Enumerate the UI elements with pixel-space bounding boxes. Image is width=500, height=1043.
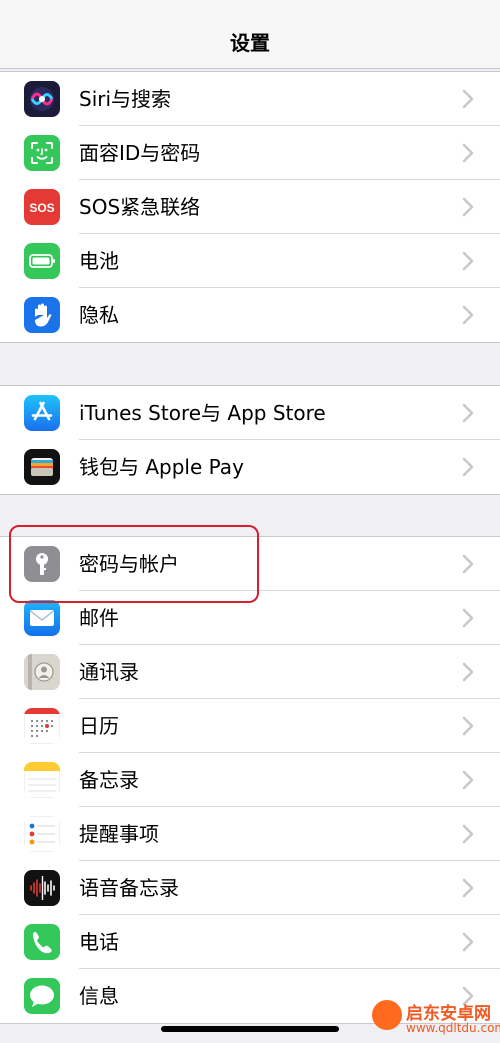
phone-icon [24,924,60,960]
sos-icon: SOS [24,189,60,225]
settings-item-label: 电池 [79,249,119,273]
svg-text:SOS: SOS [29,201,54,215]
chevron-right-icon [462,305,474,325]
app-store-icon [24,395,60,431]
settings-item-voice-memos[interactable]: 语音备忘录 [0,861,500,915]
chevron-right-icon [462,554,474,574]
reminders-icon [24,816,60,852]
settings-item-label: 钱包与 Apple Pay [79,455,244,479]
chevron-right-icon [462,662,474,682]
chevron-right-icon [462,770,474,790]
home-indicator[interactable] [161,1026,339,1032]
settings-item-notes[interactable]: 备忘录 [0,753,500,807]
site-watermark: 启东安卓网 www.qdltdu.com [370,997,500,1041]
battery-icon [24,243,60,279]
chevron-right-icon [462,197,474,217]
settings-item-app-store[interactable]: iTunes Store与 App Store [0,386,500,440]
siri-icon [24,81,60,117]
page-title: 设置 [230,31,270,55]
settings-item-siri[interactable]: Siri与搜索 [0,72,500,126]
notes-icon [24,762,60,798]
messages-icon [24,978,60,1014]
watermark-logo-icon [372,1000,402,1030]
chevron-right-icon [462,403,474,423]
chevron-right-icon [462,878,474,898]
contacts-icon [24,654,60,690]
settings-item-phone[interactable]: 电话 [0,915,500,969]
settings-item-label: 通讯录 [79,660,139,684]
chevron-right-icon [462,608,474,628]
watermark-url: www.qdltdu.com [406,1021,500,1035]
settings-item-face-id[interactable]: 面容ID与密码 [0,126,500,180]
chevron-right-icon [462,143,474,163]
settings-item-wallet[interactable]: 钱包与 Apple Pay [0,440,500,494]
settings-item-privacy[interactable]: 隐私 [0,288,500,342]
settings-item-label: 日历 [79,714,119,738]
settings-group-stores: iTunes Store与 App Store 钱包与 Apple Pay [0,385,500,495]
passwords-key-icon [24,546,60,582]
chevron-right-icon [462,89,474,109]
chevron-right-icon [462,932,474,952]
settings-item-label: Siri与搜索 [79,87,172,111]
settings-item-label: 邮件 [79,606,119,630]
wallet-icon [24,449,60,485]
settings-item-reminders[interactable]: 提醒事项 [0,807,500,861]
settings-item-label: 面容ID与密码 [79,141,201,165]
settings-item-passwords-accounts[interactable]: 密码与帐户 [0,537,500,591]
chevron-right-icon [462,251,474,271]
settings-item-mail[interactable]: 邮件 [0,591,500,645]
navigation-bar: 设置 [0,0,500,69]
settings-group-apps: 密码与帐户 邮件 通讯录 日历 备忘录 提醒事项 语音备忘录 电话 信息 [0,536,500,1024]
chevron-right-icon [462,824,474,844]
chevron-right-icon [462,457,474,477]
settings-item-label: SOS紧急联络 [79,195,201,219]
settings-item-label: 语音备忘录 [79,876,179,900]
settings-item-label: 备忘录 [79,768,139,792]
settings-item-label: 密码与帐户 [79,552,179,576]
calendar-icon [24,708,60,744]
settings-item-battery[interactable]: 电池 [0,234,500,288]
voice-memos-icon [24,870,60,906]
settings-item-sos[interactable]: SOS SOS紧急联络 [0,180,500,234]
face-id-icon [24,135,60,171]
settings-item-label: 提醒事项 [79,822,159,846]
chevron-right-icon [462,716,474,736]
settings-item-label: 信息 [79,984,119,1008]
settings-item-label: iTunes Store与 App Store [79,401,326,425]
settings-item-contacts[interactable]: 通讯录 [0,645,500,699]
mail-icon [24,600,60,636]
privacy-hand-icon [24,297,60,333]
settings-group-system: Siri与搜索 面容ID与密码 SOS SOS紧急联络 电池 隐私 [0,71,500,343]
settings-item-label: 隐私 [79,303,119,327]
settings-item-calendar[interactable]: 日历 [0,699,500,753]
settings-item-label: 电话 [79,930,119,954]
